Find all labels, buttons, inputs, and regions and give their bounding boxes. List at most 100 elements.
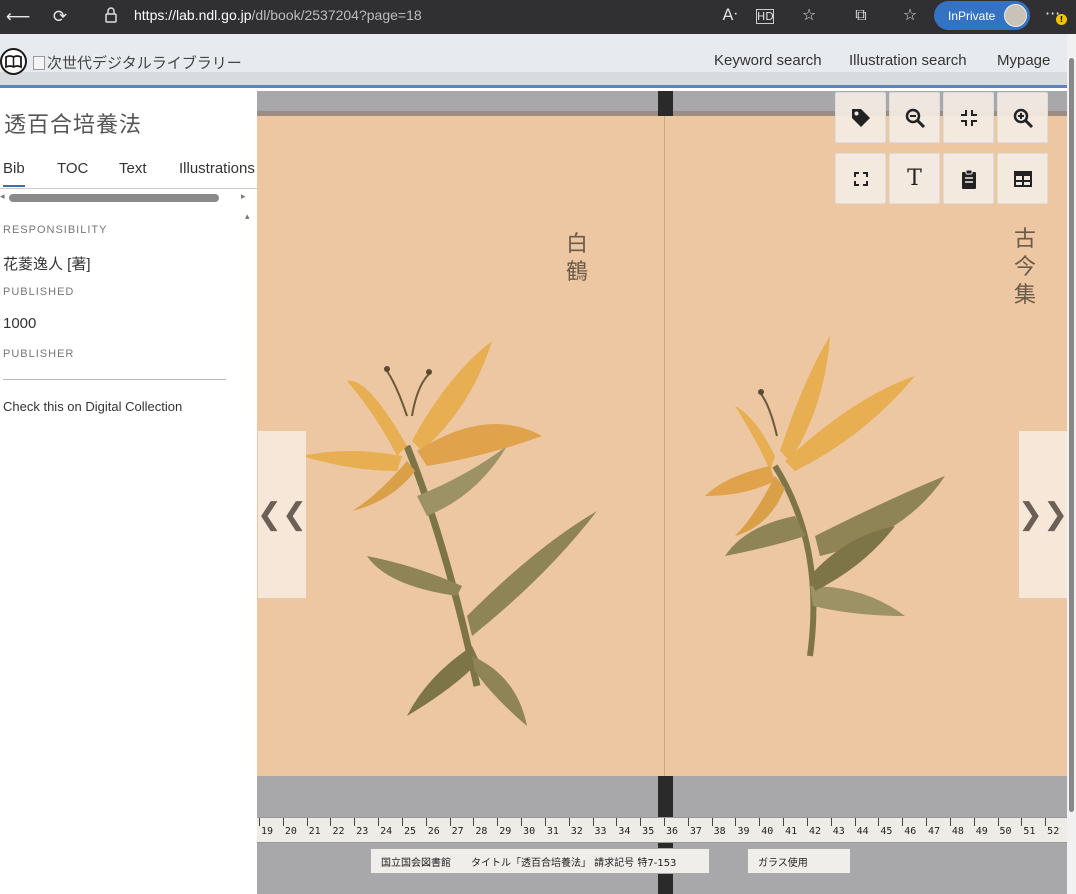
text-button[interactable]: T [889,153,940,204]
nav-mypage[interactable]: Mypage [997,52,1050,69]
ruler-number: 26 [427,826,440,837]
ruler-tick [330,818,332,826]
book-logo-icon[interactable] [0,48,27,75]
ruler-number: 29 [499,826,512,837]
favorite-star-icon[interactable]: ☆ [797,5,821,24]
clipboard-button[interactable] [943,153,994,204]
right-page: 古今集 [665,116,1067,776]
ruler-number: 20 [284,826,297,837]
lock-icon[interactable] [104,7,118,23]
ruler-number: 37 [689,826,702,837]
ruler-number: 52 [1047,826,1060,837]
ruler-tick [854,818,856,826]
ruler-number: 39 [737,826,750,837]
page-scrollbar-thumb[interactable] [1069,58,1074,812]
avatar [1004,4,1027,27]
ruler-number: 48 [951,826,964,837]
next-page-button[interactable]: ❯❯ [1018,431,1067,598]
ruler-tick [449,818,451,826]
nav-illustration-search[interactable]: Illustration search [849,52,967,69]
ruler-tick [473,818,475,826]
back-arrow-icon[interactable]: ⟵ [2,7,34,27]
ruler-number: 24 [380,826,393,837]
address-bar[interactable]: https://lab.ndl.go.jp/dl/book/2537204?pa… [134,7,422,23]
hd-icon[interactable]: HD [756,9,774,24]
table-icon [1013,170,1032,187]
ruler-tick [592,818,594,826]
right-page-caption: 古今集 [1013,227,1036,308]
previous-page-button[interactable]: ❮❮ [257,431,307,598]
ruler-number: 35 [642,826,655,837]
ruler-number: 32 [570,826,583,837]
ruler-tick [711,818,713,826]
ruler-tick [616,818,618,826]
ruler-tick [1021,818,1023,826]
ruler-tick [425,818,427,826]
app-header: 次世代デジタルライブラリー Keyword search Illustratio… [0,34,1067,88]
favorites-icon[interactable]: ☆ [898,5,922,24]
ruler-tick [830,818,832,826]
field-label-publisher: PUBLISHER [3,348,75,360]
ruler-tick [783,818,785,826]
fit-icon [960,109,977,126]
scrollbar-thumb[interactable] [9,194,219,202]
ruler-tick [306,818,308,826]
sidebar: 透百合培養法 Bib TOC Text Illustrations ◂ ▸ ▴ … [0,91,257,894]
fullscreen-button[interactable] [835,153,886,204]
page-scrollbar[interactable] [1067,34,1076,894]
zoom-out-button[interactable] [889,92,940,143]
field-label-responsibility: RESPONSIBILITY [3,224,108,236]
tab-illustrations[interactable]: Illustrations [179,160,255,177]
field-value-responsibility: 花菱逸人 [著] [3,256,91,273]
image-viewer[interactable]: 白鶴 古今集 19 20 21 22 23 24 25 26 27 28 29 … [257,91,1067,894]
ruler-tick [259,818,260,826]
catalog-label: 国立国会図書館 タイトル「透百合培養法」 請求記号 特7-153 [370,848,710,874]
table-button[interactable] [997,153,1048,204]
check-digital-collection-link[interactable]: Check this on Digital Collection [3,399,182,414]
ruler-tick [997,818,999,826]
scroll-up-icon[interactable]: ▴ [245,212,250,222]
ruler-tick [949,818,951,826]
zoom-in-icon [1013,108,1033,128]
scroll-left-icon[interactable]: ◂ [0,192,5,202]
lily-illustration-left [302,341,597,726]
lily-illustration-right [705,336,945,657]
tab-bib[interactable]: Bib [3,160,25,187]
ruler-number: 45 [880,826,893,837]
url-path: /dl/book/2537204?page=18 [251,7,422,23]
ruler-number: 42 [808,826,821,837]
ruler-tick [759,818,761,826]
ruler-tick [521,818,523,826]
inprivate-button[interactable]: InPrivate [934,1,1030,30]
ruler-number: 27 [451,826,464,837]
url-host: https://lab.ndl.go.jp [134,7,252,23]
ruler-number: 34 [618,826,631,837]
ruler-number: 23 [356,826,369,837]
notification-badge: ! [1056,14,1067,25]
ruler-tick [806,818,808,826]
read-aloud-icon[interactable]: Aᐧ [718,5,742,24]
tab-toc[interactable]: TOC [57,160,88,177]
ruler-tick [878,818,880,826]
extensions-icon[interactable]: ⧉ [849,5,873,25]
ruler-number: 33 [594,826,607,837]
scroll-right-icon[interactable]: ▸ [241,192,246,202]
reload-icon[interactable]: ⟳ [44,7,76,27]
book-title: 透百合培養法 [4,113,143,138]
tab-text[interactable]: Text [119,160,147,177]
ruler-number: 51 [1023,826,1036,837]
ruler-number: 22 [332,826,345,837]
site-logo-image[interactable]: 次世代デジタルライブラリー [33,52,242,73]
ruler-number: 41 [785,826,798,837]
zoom-in-button[interactable] [997,92,1048,143]
ruler-number: 25 [403,826,416,837]
tabs-scrollbar[interactable]: ◂ ▸ [0,192,257,204]
tag-button[interactable] [835,92,886,143]
ruler-tick [401,818,403,826]
fit-button[interactable] [943,92,994,143]
ruler-tick [664,818,665,826]
left-page: 白鶴 [257,116,665,776]
ruler-tick [544,818,546,826]
ruler-tick [640,818,642,826]
nav-keyword-search[interactable]: Keyword search [714,52,822,69]
